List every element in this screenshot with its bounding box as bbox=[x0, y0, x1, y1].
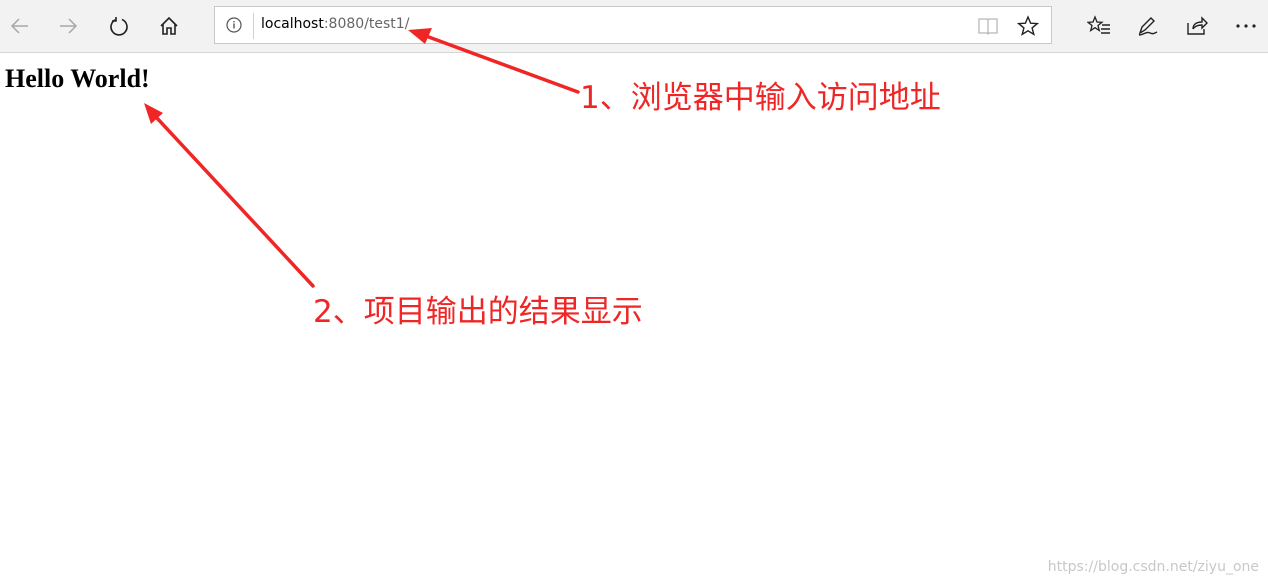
arrow-to-heading bbox=[144, 103, 315, 288]
arrow-to-address bbox=[408, 28, 580, 94]
watermark: https://blog.csdn.net/ziyu_one bbox=[1047, 559, 1259, 575]
annotation-label-2: 2、项目输出的结果显示 bbox=[313, 294, 643, 330]
annotation-label-1: 1、浏览器中输入访问地址 bbox=[580, 80, 941, 116]
